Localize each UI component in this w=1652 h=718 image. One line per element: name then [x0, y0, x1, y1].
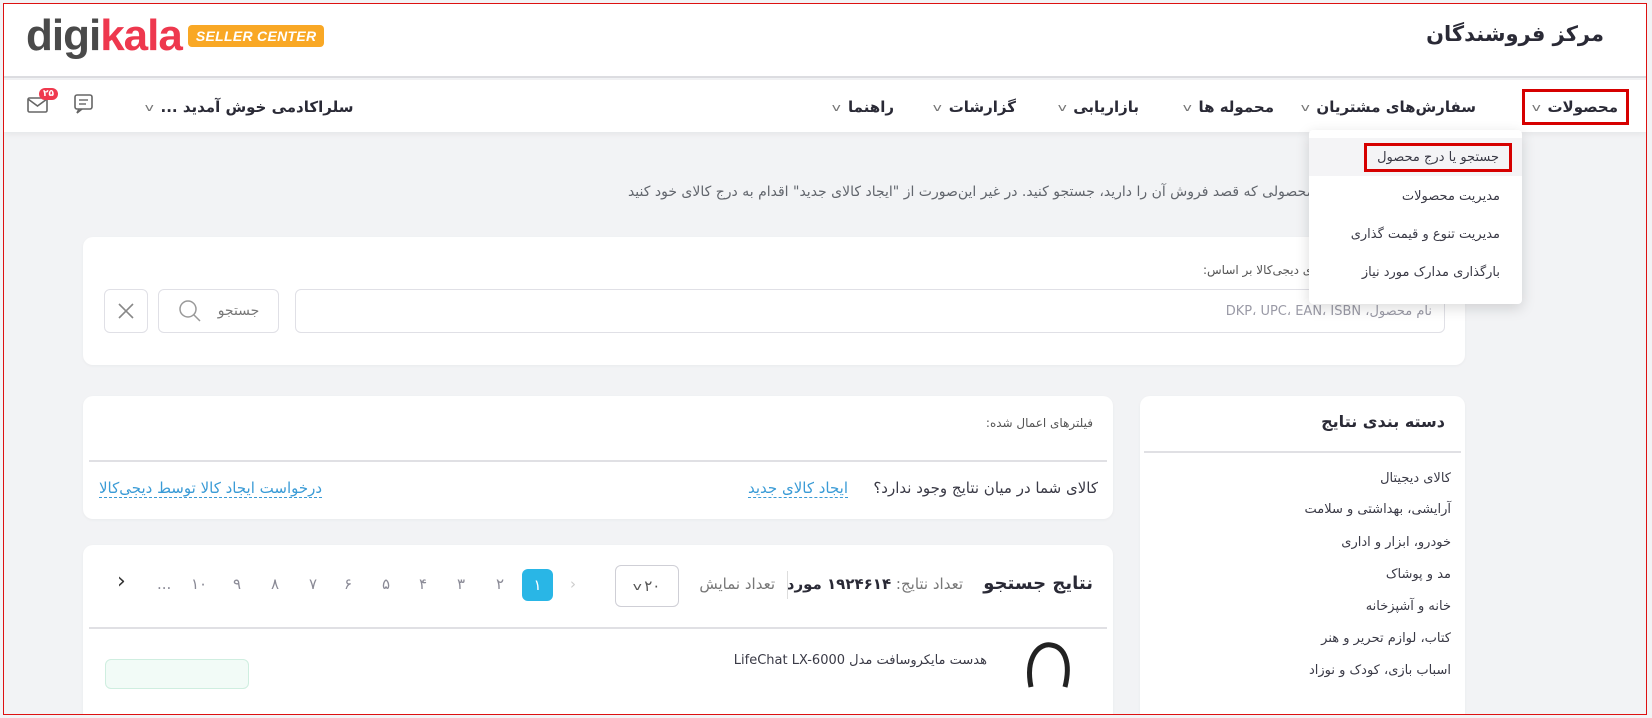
filters-card: فیلترهای اعمال شده: کالای شما در میان نت…: [83, 396, 1113, 519]
digikala-logo[interactable]: digi kala SELLER CENTER: [26, 11, 325, 60]
page-button[interactable]: ۸: [271, 575, 279, 593]
nav-help[interactable]: راهنما v: [832, 92, 894, 122]
page-button[interactable]: ۹: [233, 575, 241, 593]
chevron-down-icon: v: [144, 100, 154, 114]
divider: [89, 627, 1107, 629]
user-menu-label: سلراکادمی خوش آمدید ...: [160, 98, 354, 116]
page-button-active[interactable]: ۱: [522, 569, 553, 601]
nav-shipments[interactable]: محموله ها v: [1182, 92, 1274, 122]
chevron-down-icon: v: [932, 100, 943, 114]
results-card: نتایج جستجو تعداد نتایج: ۱۹۲۴۶۱۴ مورد تع…: [83, 545, 1113, 714]
mail-count-badge: ۲۵: [39, 88, 58, 100]
page-button[interactable]: ۷: [309, 575, 317, 593]
intro-text-content: محصولی که قصد فروش آن را دارید، جستجو کن…: [627, 184, 1314, 200]
menu-item-manage-products[interactable]: مدیریت محصولات: [1309, 177, 1522, 215]
divider: [787, 571, 788, 599]
request-product-link[interactable]: درخواست ایجاد کالا توسط دیجی‌کالا: [99, 479, 323, 498]
page-button[interactable]: ۵: [382, 575, 390, 593]
main-navbar: محصولات v سفارش‌های مشتریان v محموله ها …: [4, 80, 1646, 132]
categories-card: دسته بندی نتایج کالای دیجیتال آرایشی، به…: [1140, 396, 1465, 714]
seller-center-badge: SELLER CENTER: [187, 25, 325, 47]
nav-help-label: راهنما: [848, 98, 894, 116]
results-count-value: ۱۹۲۴۶۱۴ مورد: [786, 575, 892, 593]
category-item[interactable]: کتاب، لوازم تحریر و هنر: [1321, 631, 1451, 646]
nav-products-label: محصولات: [1547, 98, 1618, 116]
results-title: نتایج جستجو: [983, 573, 1093, 594]
page-button[interactable]: ۴: [419, 575, 427, 593]
menu-item-search-or-add-product[interactable]: جستجو یا درج محصول: [1309, 138, 1522, 176]
nav-reports-label: گزارشات: [948, 98, 1016, 116]
page-size-select[interactable]: v ۲۰: [615, 565, 679, 607]
menu-item-upload-documents[interactable]: بارگذاری مدارک مورد نیاز: [1309, 253, 1522, 291]
user-menu[interactable]: سلراکادمی خوش آمدید ... v: [144, 92, 354, 122]
chevron-down-icon: v: [1531, 100, 1541, 114]
search-input[interactable]: نام محصول، DKP، UPC، EAN، ISBN: [295, 289, 1445, 333]
search-card: لاهای دیجی‌کالا بر اساس: نام محصول، DKP،…: [83, 237, 1465, 365]
nav-reports[interactable]: گزارشات v: [932, 92, 1016, 122]
applied-filters-label: فیلترهای اعمال شده:: [985, 416, 1093, 430]
nav-orders[interactable]: سفارش‌های مشتریان v: [1300, 92, 1476, 122]
category-item[interactable]: اسباب بازی، کودک و نوزاد: [1309, 663, 1451, 678]
categories-title: دسته بندی نتایج: [1321, 412, 1445, 431]
menu-item-manage-variants-pricing[interactable]: مدیریت تنوع و قیمت گذاری: [1309, 215, 1522, 253]
results-count-label: تعداد نتایج:: [895, 575, 963, 593]
close-icon: [118, 303, 134, 319]
logo-digi: digi: [26, 11, 101, 60]
search-placeholder: نام محصول، DKP، UPC، EAN، ISBN: [1225, 303, 1432, 319]
clear-search-button[interactable]: [104, 289, 148, 333]
product-name[interactable]: هدست مایکروسافت مدل LifeChat LX-6000: [734, 653, 987, 668]
divider: [1144, 451, 1461, 453]
status-badge: [105, 659, 249, 689]
no-result-text: کالای شما در میان نتایج وجود ندارد؟: [873, 479, 1098, 497]
logo-kala: kala: [100, 11, 183, 60]
prev-page-icon[interactable]: ‹: [570, 575, 576, 593]
chevron-down-icon: v: [1057, 100, 1067, 114]
messages-icon[interactable]: [72, 93, 98, 117]
nav-orders-label: سفارش‌های مشتریان: [1316, 98, 1476, 116]
create-new-product-link[interactable]: ایجاد کالای جدید: [747, 479, 848, 498]
chevron-down-icon: v: [632, 579, 642, 593]
product-image[interactable]: [1019, 637, 1079, 697]
products-dropdown-menu: جستجو یا درج محصول مدیریت محصولات مدیریت…: [1309, 130, 1522, 304]
search-icon: [178, 300, 201, 322]
page-button[interactable]: ۱۰: [191, 575, 207, 593]
category-item[interactable]: کالای دیجیتال: [1380, 471, 1451, 486]
page-frame: digi kala SELLER CENTER مرکز فروشندگان م…: [3, 3, 1647, 715]
category-item[interactable]: خانه و آشپزخانه: [1366, 599, 1451, 614]
nav-marketing[interactable]: بازاریابی v: [1057, 92, 1139, 122]
search-button[interactable]: جستجو: [158, 289, 279, 333]
nav-products[interactable]: محصولات v: [1521, 89, 1629, 125]
menu-item-label: مدیریت محصولات: [1401, 188, 1500, 204]
intro-text: محصولی که قصد فروش آن را دارید، جستجو کن…: [628, 184, 1326, 200]
page-button[interactable]: ۲: [496, 575, 504, 593]
top-header: digi kala SELLER CENTER مرکز فروشندگان: [4, 4, 1646, 78]
page-size-label: تعداد نمایش: [699, 575, 775, 593]
chevron-down-icon: v: [1182, 100, 1192, 114]
page-button[interactable]: ۳: [457, 575, 465, 593]
nav-shipments-label: محموله ها: [1198, 98, 1274, 116]
page-ellipsis: ...: [157, 575, 172, 593]
app-title: مرکز فروشندگان: [1426, 22, 1604, 46]
page-size-value: ۲۰: [644, 577, 661, 595]
category-item[interactable]: آرایشی، بهداشتی و سلامت: [1305, 502, 1452, 517]
mail-icon[interactable]: ۲۵: [26, 88, 58, 117]
menu-item-label: جستجو یا درج محصول: [1364, 142, 1512, 172]
category-item[interactable]: خودرو، ابزار و اداری: [1341, 535, 1451, 550]
chevron-down-icon: v: [832, 100, 842, 114]
menu-item-label: بارگذاری مدارک مورد نیاز: [1361, 264, 1500, 280]
category-item[interactable]: مد و پوشاک: [1386, 567, 1451, 582]
search-button-label: جستجو: [217, 303, 260, 319]
chevron-down-icon: v: [1300, 100, 1310, 114]
nav-marketing-label: بازاریابی: [1073, 98, 1139, 116]
page-button[interactable]: ۶: [344, 575, 352, 593]
next-page-icon[interactable]: ‹: [117, 569, 126, 594]
divider: [89, 460, 1107, 462]
menu-item-label: مدیریت تنوع و قیمت گذاری: [1350, 226, 1500, 242]
results-count: تعداد نتایج: ۱۹۲۴۶۱۴ مورد: [787, 575, 963, 593]
